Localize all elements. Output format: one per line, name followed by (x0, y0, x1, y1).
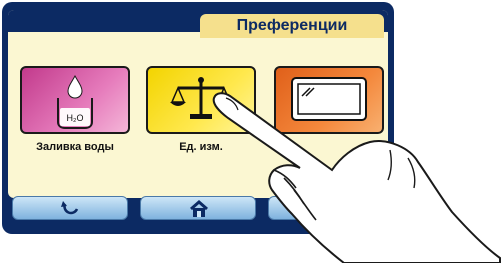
hand-pointer-illustration (212, 92, 501, 263)
